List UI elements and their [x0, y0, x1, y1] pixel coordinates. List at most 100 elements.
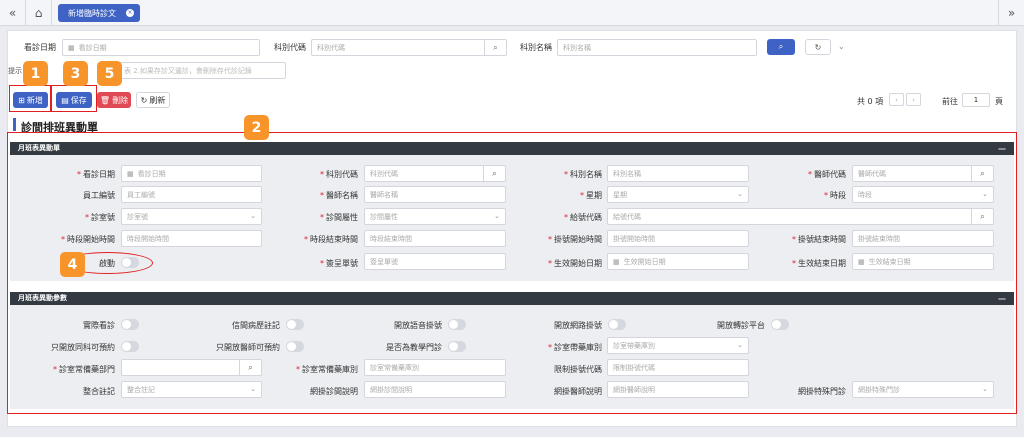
- search-icon[interactable]: ⌕: [483, 166, 505, 181]
- room-no-label: * 診室號: [85, 213, 115, 222]
- doctor-code-input[interactable]: 醫師代碼 ⌕: [852, 165, 994, 182]
- calendar-icon: ▦: [858, 257, 865, 266]
- period-start-label: * 時段開始時間: [61, 235, 115, 244]
- period-start-input[interactable]: 時段開始時間: [121, 230, 262, 247]
- calendar-icon: ▦: [613, 257, 620, 266]
- hint-text: 表 2.如果存診又邊診，會刪除存代診記錄: [118, 62, 286, 79]
- chevron-down-icon: ⌄: [737, 190, 743, 198]
- common-store-input[interactable]: 診室常備藥庫別: [364, 359, 506, 376]
- toggle-label-same-dept: 只開放同科可預約: [51, 343, 115, 352]
- slot-code-input[interactable]: 給號代碼 ⌕: [607, 208, 994, 225]
- search-date-label: 看診日期: [24, 43, 56, 52]
- dept-code-input[interactable]: 科別代碼 ⌕: [364, 165, 506, 182]
- badge-5: 5: [97, 61, 122, 86]
- toggle-same-dept[interactable]: [121, 341, 139, 352]
- room-no-select[interactable]: 診室號 ⌄: [121, 208, 262, 225]
- badge-2: 2: [244, 115, 269, 140]
- web-room-label: 網掛診間說明: [310, 387, 358, 396]
- reg-start-input[interactable]: 掛號開始時間: [607, 230, 749, 247]
- collapse-icon[interactable]: —: [998, 292, 1006, 305]
- reg-end-label: * 掛號結束時間: [792, 235, 846, 244]
- add-button[interactable]: ⊞ 新增: [13, 92, 48, 108]
- collapse-left-icon[interactable]: «: [0, 0, 26, 26]
- delete-button[interactable]: 🗑 刪除: [97, 92, 131, 108]
- web-doc-input[interactable]: 網掛醫師說明: [607, 381, 749, 398]
- toggle-teaching[interactable]: [448, 341, 466, 352]
- med-area-label: * 診室帶藥庫別: [548, 343, 602, 352]
- search-dept-code-input[interactable]: 科別代碼 ⌕: [311, 39, 507, 56]
- slot-code-label: * 給號代碼: [564, 213, 602, 222]
- limit-code-input[interactable]: 限制掛號代碼: [607, 359, 749, 376]
- med-area-select[interactable]: 診室帶藥庫別 ⌄: [607, 337, 749, 354]
- search-icon[interactable]: ⌕: [239, 360, 261, 375]
- web-doc-label: 網掛醫師說明: [554, 387, 602, 396]
- enable-toggle[interactable]: [121, 257, 139, 268]
- calendar-icon: ▦: [68, 43, 75, 52]
- toggle-doctor-only[interactable]: [286, 341, 304, 352]
- web-room-input[interactable]: 網掛診間說明: [364, 381, 506, 398]
- pager-goto-label: 前往: [942, 97, 958, 106]
- pager-page-suffix: 頁: [995, 97, 1003, 106]
- next-page-icon[interactable]: ›: [906, 93, 921, 106]
- toggle-label-voice: 開放語音掛號: [394, 321, 442, 330]
- toggle-actual[interactable]: [121, 319, 139, 330]
- chevron-down-icon: ⌄: [250, 385, 256, 393]
- reg-end-input[interactable]: 掛號結束時間: [852, 230, 994, 247]
- top-bar: « ⌂ 新增臨時診文 × »: [0, 0, 1024, 26]
- search-icon[interactable]: ⌕: [971, 209, 993, 224]
- search-icon[interactable]: ⌕: [484, 40, 506, 55]
- reset-button[interactable]: ↻: [805, 39, 831, 55]
- dept-name-input[interactable]: 科別名稱: [607, 165, 749, 182]
- web-special-label: 網掛特殊門診: [798, 387, 846, 396]
- toggle-label-record: 信間病歷註記: [232, 321, 280, 330]
- toggle-label-web: 開放網路掛號: [554, 321, 602, 330]
- doctor-name-input[interactable]: 醫師名稱: [364, 186, 506, 203]
- period-select[interactable]: 時段 ⌄: [852, 186, 994, 203]
- eff-end-input[interactable]: ▦ 生效結束日期: [852, 253, 994, 270]
- web-special-select[interactable]: 網掛特殊門診 ⌄: [852, 381, 994, 398]
- period-end-input[interactable]: 時段結束時間: [364, 230, 506, 247]
- search-dept-name-input[interactable]: 科別名稱: [557, 39, 757, 56]
- room-attr-select[interactable]: 診間屬性 ⌄: [364, 208, 506, 225]
- weekday-select[interactable]: 星期 ⌄: [607, 186, 749, 203]
- prev-page-icon[interactable]: ‹: [889, 93, 904, 106]
- emp-no-input[interactable]: 員工編號: [121, 186, 262, 203]
- search-button[interactable]: ⌕: [767, 39, 795, 55]
- home-icon[interactable]: ⌂: [26, 0, 52, 26]
- expand-chevron-icon[interactable]: ⌄: [838, 42, 845, 51]
- pager-total: 共 0 項: [857, 97, 884, 106]
- combine-note-select[interactable]: 整合註記 ⌄: [121, 381, 262, 398]
- badge-3: 3: [63, 61, 88, 86]
- toggle-web[interactable]: [608, 319, 626, 330]
- badge-4: 4: [60, 252, 85, 277]
- weekday-label: * 星期: [580, 191, 602, 200]
- save-button[interactable]: ▤ 保存: [56, 92, 92, 108]
- section-shift-params: 月班表異動參數 —: [10, 292, 1014, 305]
- combine-note-label: 整合註記: [83, 387, 115, 396]
- collapse-right-icon[interactable]: »: [998, 0, 1024, 26]
- section-shift-change: 月班表異動單 —: [10, 142, 1014, 155]
- toggle-label-teaching: 是否為教學門診: [386, 343, 442, 352]
- toggle-voice[interactable]: [448, 319, 466, 330]
- badge-1: 1: [23, 61, 48, 86]
- doctor-name-label: * 醫師名稱: [320, 191, 358, 200]
- toggle-label-referral: 開放轉診平台: [717, 321, 765, 330]
- eff-start-input[interactable]: ▦ 生效開始日期: [607, 253, 749, 270]
- common-dept-input[interactable]: ⌕: [121, 359, 262, 376]
- pager-page-input[interactable]: 1: [962, 93, 990, 107]
- toggle-referral[interactable]: [771, 319, 789, 330]
- period-end-label: * 時段結束時間: [304, 235, 358, 244]
- doctor-code-label: * 醫師代碼: [808, 170, 846, 179]
- hint-prefix: 提示: [8, 67, 22, 75]
- collapse-icon[interactable]: —: [998, 142, 1006, 155]
- sign-no-input[interactable]: 簽呈單號: [364, 253, 506, 270]
- visit-date-input[interactable]: ▦ 看診日期: [121, 165, 262, 182]
- tab-new-temp-clinic[interactable]: 新增臨時診文 ×: [58, 4, 140, 22]
- search-icon[interactable]: ⌕: [971, 166, 993, 181]
- toggle-record[interactable]: [286, 319, 304, 330]
- refresh-button[interactable]: ↻ 刷新: [136, 92, 170, 108]
- tab-close-icon[interactable]: ×: [126, 9, 134, 17]
- search-date-input[interactable]: ▦ 看診日期: [62, 39, 260, 56]
- room-attr-label: * 診間屬性: [320, 213, 358, 222]
- chevron-down-icon: ⌄: [982, 190, 988, 198]
